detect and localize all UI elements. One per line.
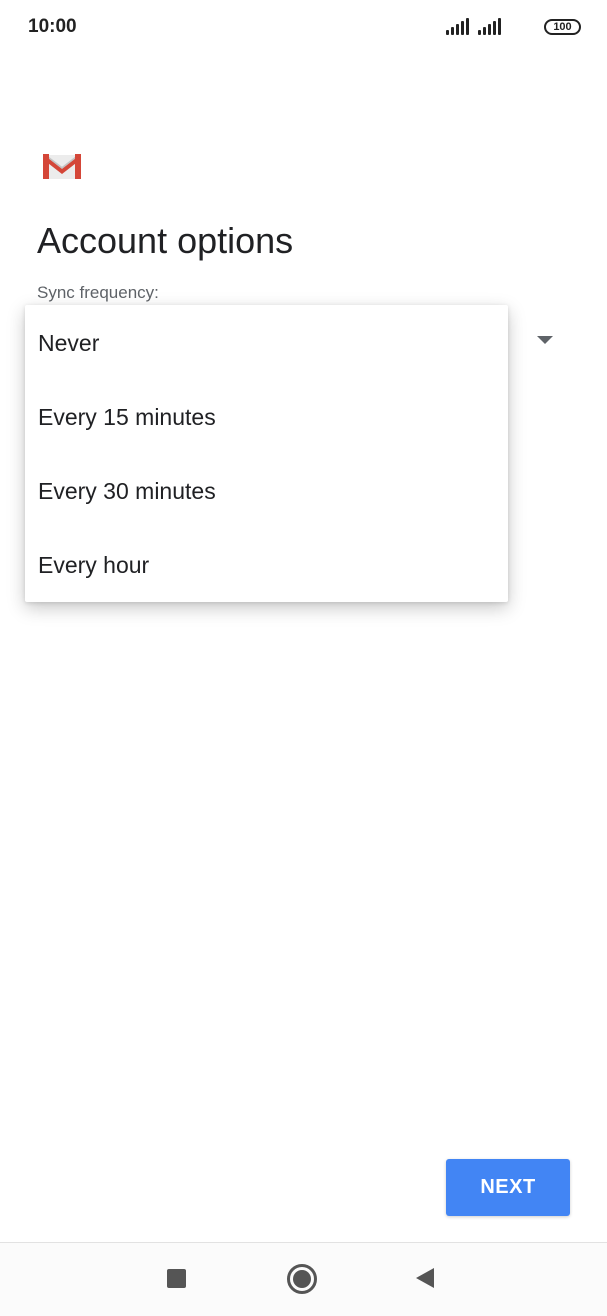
battery-icon: 100 [544,19,581,35]
signal-icon [478,17,502,35]
sync-frequency-label: Sync frequency: [37,283,159,302]
recent-apps-icon[interactable] [167,1269,186,1288]
gmail-logo [43,154,81,179]
status-time: 10:00 [28,16,77,37]
option-never[interactable]: Never [25,306,508,380]
option-every-15-minutes[interactable]: Every 15 minutes [25,380,508,454]
page-title: Account options [37,220,294,261]
status-bar: 10:00 100 [0,0,607,54]
option-every-hour[interactable]: Every hour [25,528,508,602]
next-button[interactable]: NEXT [446,1159,570,1216]
signal-icon [446,17,470,35]
dropdown-arrow-icon[interactable] [537,336,553,344]
sync-frequency-dropdown: Never Every 15 minutes Every 30 minutes … [25,305,508,602]
home-icon[interactable] [287,1264,317,1294]
screen: 10:00 100 Account options Sync frequency… [0,0,607,1316]
navigation-bar [0,1242,607,1316]
option-every-30-minutes[interactable]: Every 30 minutes [25,454,508,528]
back-icon[interactable] [416,1268,434,1288]
